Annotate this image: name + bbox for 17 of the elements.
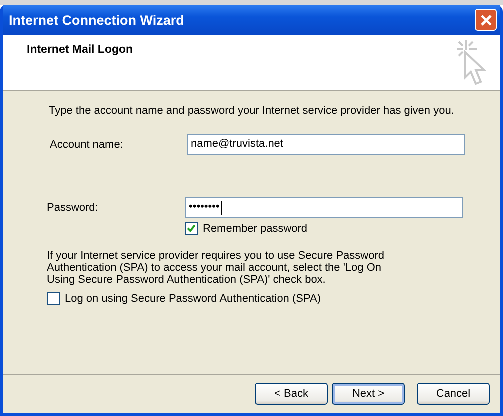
close-icon bbox=[480, 14, 492, 26]
close-button[interactable] bbox=[475, 9, 497, 31]
spa-description: If your Internet service provider requires you to use Secure Password Authentication (SPA) to access your mail account, select the 'Log On Using Secure Password Authentication (SPA)' check box. bbox=[47, 250, 386, 286]
wizard-button[interactable]: Cancel bbox=[417, 383, 490, 405]
checkbox[interactable] bbox=[47, 292, 60, 305]
input-field[interactable]: name@truvista.net bbox=[187, 134, 465, 155]
page-heading: Internet Mail Logon bbox=[27, 44, 134, 58]
checkbox-label[interactable]: Remember password bbox=[203, 222, 308, 234]
checkbox[interactable] bbox=[185, 222, 198, 235]
checkbox-label[interactable]: Log on using Secure Password Authentication (SPA) bbox=[65, 292, 322, 304]
wizard-button[interactable]: < Back bbox=[255, 383, 328, 405]
field-label: Password: bbox=[47, 202, 100, 214]
window-title: Internet Connection Wizard bbox=[9, 12, 184, 28]
wizard-button[interactable]: Next > bbox=[332, 383, 405, 405]
field-label: Account name: bbox=[50, 138, 124, 150]
instruction-text: Type the account name and password your Internet service provider has given you. bbox=[49, 105, 456, 117]
input-field[interactable]: •••••••• bbox=[185, 197, 463, 218]
